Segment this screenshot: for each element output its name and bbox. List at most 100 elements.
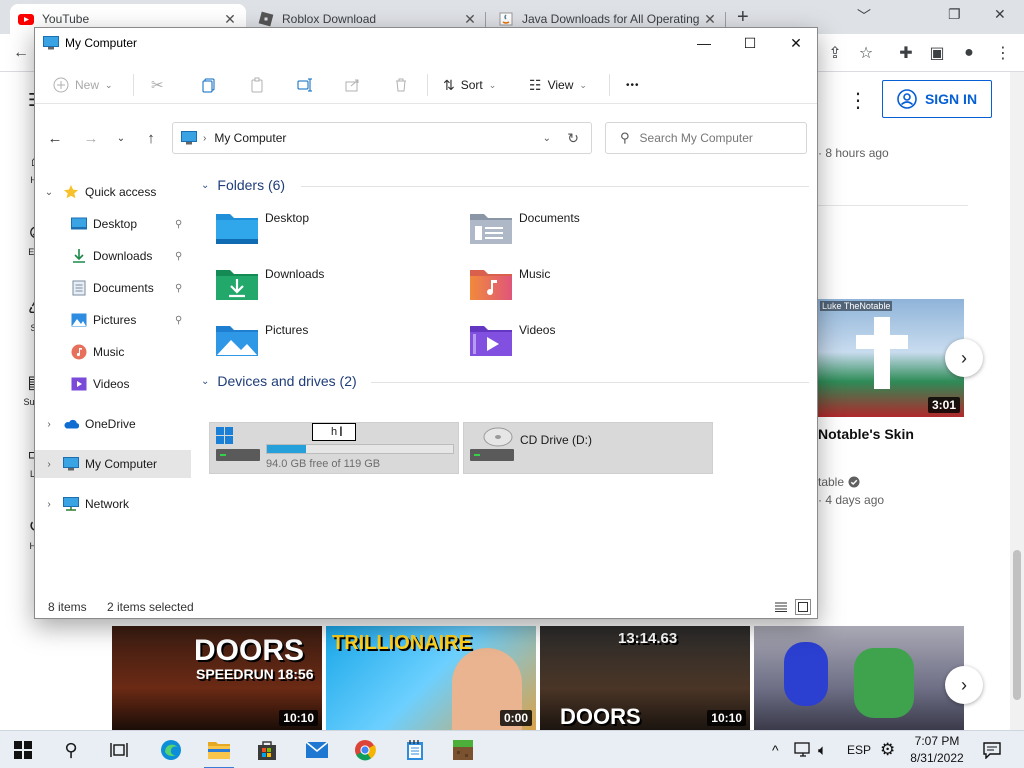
pin-icon[interactable]: ⚲: [175, 283, 182, 294]
tab-search-icon[interactable]: ﹀: [857, 6, 871, 26]
sidebar-item-downloads[interactable]: Downloads ⚲: [35, 242, 191, 270]
new-button[interactable]: New ⌄: [53, 66, 113, 104]
tiles-view-icon[interactable]: [795, 599, 811, 615]
sidebar-item-pictures[interactable]: Pictures ⚲: [35, 306, 191, 334]
mail-button[interactable]: [294, 731, 340, 768]
carousel-next-button[interactable]: ›: [945, 339, 983, 377]
paste-button[interactable]: [249, 66, 265, 104]
carousel-next-button[interactable]: ›: [945, 666, 983, 704]
bookmark-star-icon[interactable]: ☆: [855, 42, 877, 64]
breadcrumb[interactable]: My Computer: [214, 131, 286, 145]
group-header-devices[interactable]: ⌄ Devices and drives (2): [201, 370, 357, 392]
search-button[interactable]: ⚲: [48, 731, 94, 768]
volume-icon[interactable]: 🔈︎: [818, 731, 827, 768]
channel-name[interactable]: table: [818, 475, 844, 489]
browser-menu-icon[interactable]: ⋮: [992, 42, 1014, 64]
group-header-folders[interactable]: ⌄ Folders (6): [201, 174, 285, 196]
forward-arrow-icon[interactable]: →: [77, 120, 105, 156]
sidebar-item-onedrive[interactable]: › OneDrive: [35, 410, 191, 438]
video-thumbnail[interactable]: DOORS SPEEDRUN 18:56 10:10: [112, 626, 322, 730]
video-thumbnail[interactable]: 13:14.63 DOORS 10:10: [540, 626, 750, 730]
view-button[interactable]: ☷ View ⌄: [529, 66, 587, 104]
notepad-button[interactable]: [392, 731, 438, 768]
task-view-button[interactable]: [96, 731, 142, 768]
folder-videos[interactable]: Videos: [469, 320, 709, 368]
expand-chevron-icon[interactable]: ›: [43, 459, 55, 470]
video-thumbnail[interactable]: TRILLIONAIRE 0:00: [326, 626, 536, 730]
drive-local-c[interactable]: 94.0 GB free of 119 GB h I: [209, 422, 459, 474]
file-explorer-window: My Computer — ☐ ✕ New ⌄ ✂ ⇅ Sort ⌄ ☷ Vie…: [34, 27, 818, 619]
sidebar-item-music[interactable]: Music: [35, 338, 191, 366]
drive-cd-d[interactable]: CD Drive (D:): [463, 422, 713, 474]
address-dropdown-icon[interactable]: ⌄: [543, 133, 551, 144]
folder-downloads[interactable]: Downloads: [215, 264, 455, 312]
chrome-button[interactable]: [342, 731, 388, 768]
expand-chevron-icon[interactable]: ⌄: [43, 187, 55, 198]
restore-window-button[interactable]: ❐: [948, 6, 961, 23]
video-thumbnail[interactable]: Luke TheNotable 3:01: [818, 299, 964, 417]
windows-logo-icon: [14, 741, 32, 759]
rename-button[interactable]: [297, 66, 313, 104]
youtube-settings-kebab-icon[interactable]: ⋮: [848, 88, 868, 113]
share-icon[interactable]: ⇪: [824, 42, 846, 64]
sidebar-item-network[interactable]: › Network: [35, 490, 191, 518]
sidebar-item-quick-access[interactable]: ⌄ Quick access: [35, 178, 191, 206]
maximize-button[interactable]: ☐: [727, 28, 773, 58]
system-clock[interactable]: 7:07 PM 8/31/2022: [904, 733, 970, 767]
copy-button[interactable]: [201, 66, 217, 104]
close-button[interactable]: ✕: [773, 28, 819, 58]
folder-desktop[interactable]: Desktop: [215, 208, 455, 256]
sign-in-button[interactable]: SIGN IN: [882, 80, 992, 118]
sidebar-item-my-computer[interactable]: › My Computer: [35, 450, 191, 478]
tab-close-icon[interactable]: ✕: [462, 11, 478, 28]
refresh-icon[interactable]: ↻: [567, 130, 579, 147]
video-thumbnail[interactable]: [754, 626, 964, 730]
search-input[interactable]: ⚲ Search My Computer: [605, 122, 807, 154]
tab-close-icon[interactable]: ✕: [222, 11, 238, 28]
cut-button[interactable]: ✂: [151, 66, 164, 104]
tray-overflow-chevron-icon[interactable]: ^: [772, 731, 779, 768]
tab-close-icon[interactable]: ✕: [702, 11, 718, 28]
input-language-indicator[interactable]: ESP: [847, 731, 871, 768]
title-bar[interactable]: My Computer — ☐ ✕: [35, 28, 817, 58]
extensions-puzzle-icon[interactable]: ✚: [895, 42, 917, 64]
file-explorer-button[interactable]: [196, 731, 242, 768]
back-arrow-icon[interactable]: ←: [41, 120, 69, 156]
rename-input[interactable]: h: [312, 423, 356, 441]
settings-gear-icon[interactable]: ⚙: [880, 731, 895, 768]
store-button[interactable]: [244, 731, 290, 768]
minecraft-button[interactable]: [440, 731, 486, 768]
delete-button[interactable]: [393, 66, 409, 104]
pin-icon[interactable]: ⚲: [175, 315, 182, 326]
address-bar[interactable]: › My Computer ⌄ ↻: [172, 122, 592, 154]
share-button[interactable]: [345, 66, 361, 104]
pin-icon[interactable]: ⚲: [175, 219, 182, 230]
folder-music[interactable]: Music: [469, 264, 709, 312]
profile-avatar-icon[interactable]: ●: [958, 42, 980, 64]
details-view-icon[interactable]: [773, 599, 789, 615]
folder-documents[interactable]: Documents: [469, 208, 709, 256]
expand-chevron-icon[interactable]: ›: [43, 499, 55, 510]
recent-locations-chevron-icon[interactable]: ⌄: [107, 120, 135, 156]
sidebar-item-documents[interactable]: Documents ⚲: [35, 274, 191, 302]
sidebar-item-videos[interactable]: Videos: [35, 370, 191, 398]
start-button[interactable]: [0, 731, 46, 768]
back-arrow-icon[interactable]: ←: [10, 42, 32, 64]
side-panel-icon[interactable]: ▣: [926, 42, 948, 64]
network-status-icon[interactable]: [794, 731, 812, 768]
notification-center-icon[interactable]: [982, 731, 1002, 768]
close-window-button[interactable]: ✕: [994, 6, 1006, 23]
pin-icon[interactable]: ⚲: [175, 251, 182, 262]
edge-button[interactable]: [148, 731, 194, 768]
minimize-button[interactable]: —: [681, 28, 727, 58]
new-tab-button[interactable]: +: [737, 6, 749, 29]
expand-chevron-icon[interactable]: ›: [43, 419, 55, 430]
up-arrow-icon[interactable]: ↑: [137, 120, 165, 156]
see-more-button[interactable]: •••: [626, 66, 640, 104]
sidebar-item-desktop[interactable]: Desktop ⚲: [35, 210, 191, 238]
sort-button[interactable]: ⇅ Sort ⌄: [443, 66, 496, 104]
page-scrollbar[interactable]: [1010, 72, 1024, 730]
folder-pictures[interactable]: Pictures: [215, 320, 455, 368]
scrollbar-thumb[interactable]: [1013, 550, 1021, 700]
video-title[interactable]: Notable's Skin: [818, 426, 914, 442]
